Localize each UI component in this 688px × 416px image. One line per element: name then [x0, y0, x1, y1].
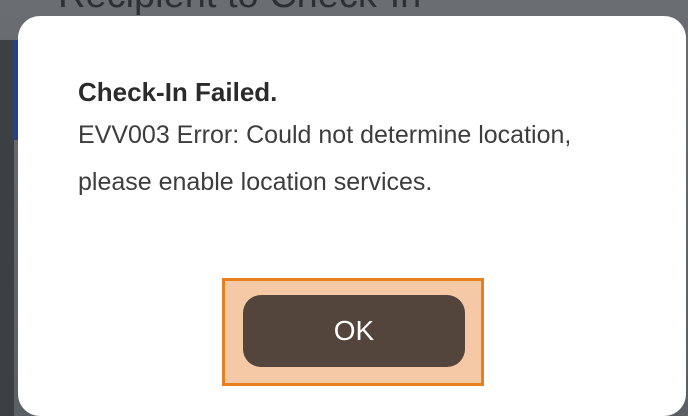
dialog-content: Check-In Failed. EVV003 Error: Could not… — [78, 74, 638, 206]
ok-button-highlight: OK — [222, 278, 484, 386]
error-dialog: Check-In Failed. EVV003 Error: Could not… — [18, 16, 686, 416]
dialog-title: Check-In Failed. — [78, 77, 278, 107]
dialog-message: EVV003 Error: Could not determine locati… — [78, 121, 572, 196]
background-heading: Recipient to Check-In — [58, 0, 421, 17]
ok-button[interactable]: OK — [243, 295, 465, 367]
background-sidebar — [0, 40, 14, 416]
